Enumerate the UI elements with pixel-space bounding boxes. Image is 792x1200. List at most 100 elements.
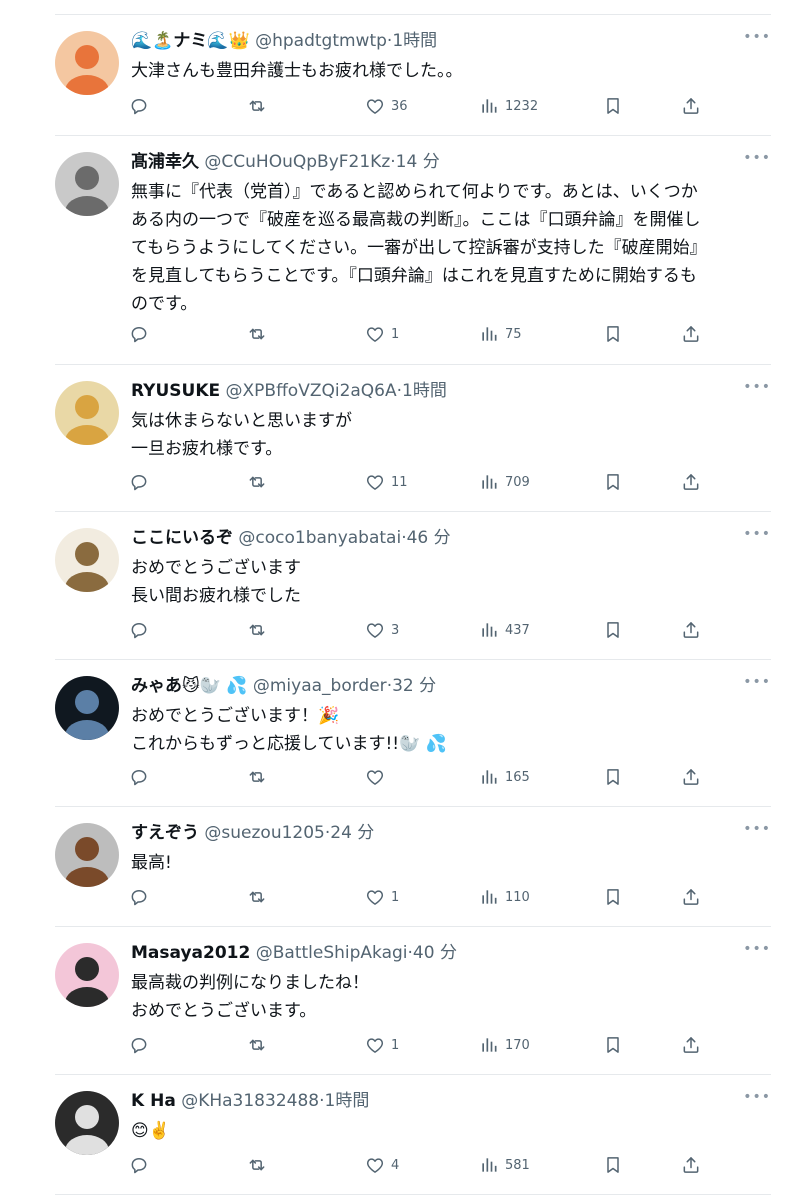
heart-icon [365,767,385,787]
reply-button[interactable] [129,618,149,642]
display-name[interactable]: ナミ [173,31,207,51]
retweet-button[interactable] [247,885,267,909]
display-name[interactable]: みゃあ [131,676,182,696]
avatar[interactable] [55,1091,119,1155]
timestamp[interactable]: 40 分 [413,943,457,963]
more-options-icon[interactable]: ••• [743,674,771,690]
like-button[interactable]: 3 [365,618,399,642]
tweet: RYUSUKE @XPBffoVZQi2aQ6A·1時間 ••• 気は休まらないと思… [55,364,771,511]
views-button[interactable]: 437 [479,618,530,642]
share-button[interactable] [681,470,701,494]
bookmark-button[interactable] [603,470,623,494]
timestamp[interactable]: 24 分 [330,823,374,843]
reply-icon [129,1155,149,1175]
views-button[interactable]: 170 [479,1033,530,1057]
timestamp[interactable]: 14 分 [396,152,440,172]
reply-button[interactable] [129,470,149,494]
user-handle[interactable]: @XPBffoVZQi2aQ6A [226,381,397,401]
bookmark-button[interactable] [603,885,623,909]
more-options-icon[interactable]: ••• [743,29,771,45]
reply-button[interactable] [129,1153,149,1177]
user-handle[interactable]: @coco1banyabatai [238,528,401,548]
retweet-button[interactable] [247,470,267,494]
like-button[interactable]: 36 [365,94,408,118]
avatar[interactable] [55,823,119,887]
share-button[interactable] [681,618,701,642]
more-options-icon[interactable]: ••• [743,941,771,957]
user-handle[interactable]: @miyaa_border [253,676,387,696]
bar-chart-icon [479,1155,499,1175]
retweet-button[interactable] [247,322,267,346]
timestamp[interactable]: 46 分 [407,528,451,548]
share-button[interactable] [681,1153,701,1177]
reply-button[interactable] [129,765,149,789]
heart-icon [365,1155,385,1175]
retweet-button[interactable] [247,94,267,118]
avatar[interactable] [55,152,119,216]
more-options-icon[interactable]: ••• [743,1089,771,1105]
views-button[interactable]: 110 [479,885,530,909]
reply-button[interactable] [129,94,149,118]
tweet-text-line: を見直してもらうことです。『口頭弁論』はこれを見直すために開始するも [131,266,697,286]
reply-button[interactable] [129,322,149,346]
share-button[interactable] [681,1033,701,1057]
display-name[interactable]: Masaya2012 [131,943,250,963]
timestamp[interactable]: 1時間 [325,1091,370,1111]
share-button[interactable] [681,765,701,789]
like-button[interactable]: 1 [365,885,399,909]
view-count: 437 [505,622,530,638]
reply-button[interactable] [129,885,149,909]
tweet-text-line: これからもずっと応援しています!!🦭 💦 [131,734,447,754]
avatar[interactable] [55,528,119,592]
like-button[interactable]: 1 [365,322,399,346]
share-button[interactable] [681,322,701,346]
timestamp[interactable]: 1時間 [402,381,447,401]
more-options-icon[interactable]: ••• [743,821,771,837]
views-button[interactable]: 165 [479,765,530,789]
share-button[interactable] [681,885,701,909]
more-options-icon[interactable]: ••• [743,526,771,542]
display-name[interactable]: すえぞう [131,823,199,843]
avatar[interactable] [55,943,119,1007]
timestamp[interactable]: 32 分 [392,676,436,696]
views-button[interactable]: 1232 [479,94,538,118]
like-button[interactable] [365,765,391,789]
like-button[interactable]: 11 [365,470,408,494]
share-button[interactable] [681,94,701,118]
bookmark-button[interactable] [603,94,623,118]
like-button[interactable]: 1 [365,1033,399,1057]
more-options-icon[interactable]: ••• [743,379,771,395]
bookmark-button[interactable] [603,1153,623,1177]
user-handle[interactable]: @hpadtgtmwtp [255,31,387,51]
display-name[interactable]: 髙浦幸久 [131,152,199,172]
user-handle[interactable]: @suezou1205 [204,823,324,843]
tweet: ここにいるぞ @coco1banyabatai·46 分 ••• おめでとうございま… [55,511,771,659]
like-button[interactable]: 4 [365,1153,399,1177]
display-name[interactable]: K Ha [131,1091,176,1111]
more-options-icon[interactable]: ••• [743,150,771,166]
tweet-actions: 1 170 [129,1033,699,1057]
views-button[interactable]: 709 [479,470,530,494]
user-handle[interactable]: @KHa31832488 [181,1091,319,1111]
reply-icon [129,96,149,116]
avatar[interactable] [55,676,119,740]
bookmark-button[interactable] [603,765,623,789]
avatar[interactable] [55,31,119,95]
user-handle[interactable]: @CCuHOuQpByF21Kz [204,152,390,172]
bookmark-button[interactable] [603,618,623,642]
user-handle[interactable]: @BattleShipAkagi [256,943,408,963]
avatar[interactable] [55,381,119,445]
retweet-button[interactable] [247,765,267,789]
views-button[interactable]: 581 [479,1153,530,1177]
bookmark-button[interactable] [603,1033,623,1057]
tweet-text-line: てもらうようにしてください。一審が出して控訴審が支持した『破産開始』 [131,238,707,258]
reply-button[interactable] [129,1033,149,1057]
bookmark-button[interactable] [603,322,623,346]
retweet-button[interactable] [247,618,267,642]
timestamp[interactable]: 1時間 [392,31,437,51]
retweet-button[interactable] [247,1033,267,1057]
views-button[interactable]: 75 [479,322,522,346]
display-name[interactable]: RYUSUKE [131,381,220,401]
display-name[interactable]: ここにいるぞ [131,528,233,548]
retweet-button[interactable] [247,1153,267,1177]
